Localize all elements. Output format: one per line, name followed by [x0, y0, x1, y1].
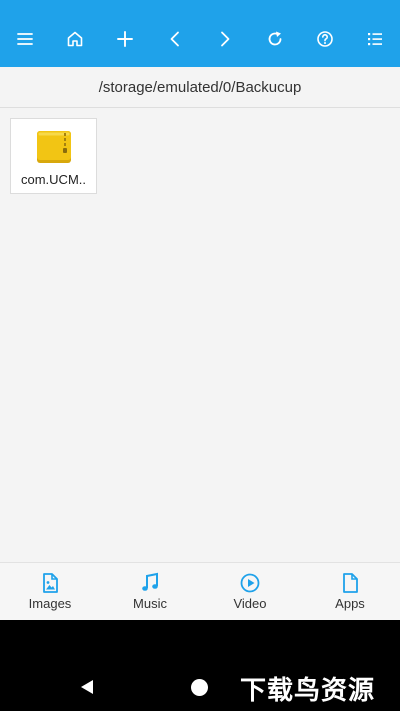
list-view-icon[interactable]	[359, 23, 391, 55]
nav-item-apps[interactable]: Apps	[300, 563, 400, 620]
nav-label-music: Music	[133, 596, 167, 611]
top-toolbar	[0, 0, 400, 67]
home-circle-icon[interactable]	[191, 679, 208, 696]
plus-icon[interactable]	[109, 23, 141, 55]
file-item[interactable]: com.UCM..	[10, 118, 97, 194]
current-path-bar[interactable]: /storage/emulated/0/Backucup	[0, 67, 400, 108]
nav-label-apps: Apps	[335, 596, 365, 611]
refresh-icon[interactable]	[259, 23, 291, 55]
nav-item-video[interactable]: Video	[200, 563, 300, 620]
image-file-icon	[43, 573, 58, 593]
nav-label-video: Video	[233, 596, 267, 611]
play-circle-icon	[240, 573, 260, 593]
home-icon[interactable]	[59, 23, 91, 55]
document-icon	[343, 573, 358, 593]
system-nav-bar: 下载鸟资源	[0, 620, 400, 711]
current-path-text: /storage/emulated/0/Backucup	[98, 78, 302, 96]
back-triangle-icon[interactable]	[78, 678, 96, 696]
menu-icon[interactable]	[9, 23, 41, 55]
folder-zip-icon	[36, 131, 71, 163]
music-note-icon	[142, 572, 158, 591]
nav-item-music[interactable]: Music	[100, 563, 200, 620]
nav-item-images[interactable]: Images	[0, 563, 100, 620]
nav-label-images: Images	[28, 596, 72, 611]
watermark-text: 下载鸟资源	[240, 676, 376, 706]
file-name: com.UCM..	[21, 172, 86, 187]
chevron-left-icon[interactable]	[159, 23, 191, 55]
bottom-category-nav: Images Music Video Apps	[0, 562, 400, 620]
chevron-right-icon[interactable]	[209, 23, 241, 55]
file-grid: com.UCM..	[0, 108, 400, 562]
help-icon[interactable]	[309, 23, 341, 55]
